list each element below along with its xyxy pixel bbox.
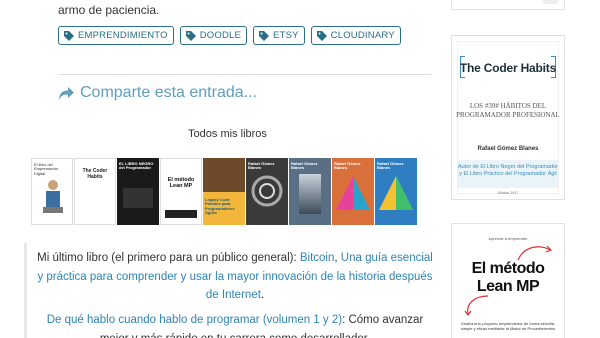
book-cover[interactable]: El método Lean MP [160, 158, 202, 225]
ad-description: Gestiona tu proyecto emprendedor de form… [460, 321, 556, 331]
red-arrow-icon [464, 295, 489, 316]
red-arrow-icon [517, 245, 553, 261]
book-cover[interactable]: Legacy Code Práctico para Programadores … [203, 158, 245, 225]
ad-author: Rafael Gómez Blanes [477, 146, 539, 152]
tag-icon [259, 30, 270, 41]
sidebar-widget-top [451, 0, 565, 10]
intro-text-tail: armo de paciencia. [58, 3, 160, 17]
share-icon [59, 86, 74, 100]
book-cover[interactable]: The Coder Habits [74, 158, 116, 225]
tag-label: CLOUDINARY [330, 30, 395, 41]
book-cover[interactable]: Rafael Gómez Blanes [332, 158, 374, 225]
ad-subtitle: Los #39# hábitos del programador profesi… [456, 102, 560, 119]
pyramid-illustration [336, 176, 370, 210]
tag-label: EMPRENDIMIENTO [78, 30, 168, 41]
tag-cloudinary[interactable]: CLOUDINARY [310, 26, 401, 45]
book-cover[interactable]: El libro del Emprendedor Digital [31, 158, 73, 225]
person-illustration [43, 180, 63, 213]
books-heading: Todos mis libros [188, 128, 267, 140]
programming-book-link[interactable]: De qué hablo cuando hablo de programar (… [47, 314, 342, 326]
tag-icon [316, 30, 327, 41]
book-covers: El libro del Emprendedor Digital The Cod… [31, 158, 417, 225]
book-cover-title: Legacy Code Práctico para Programadores … [205, 197, 235, 216]
ad-edition: Edición 2017 [497, 191, 519, 195]
book-cover-title: El método Lean MP [167, 177, 195, 190]
tag-icon [64, 30, 74, 41]
ad-band-text: Autor de El Libro Negro del Programador … [458, 164, 558, 177]
lean-mp-ad[interactable]: Aprende a emprender El método Lean MP Ge… [451, 223, 565, 338]
book-cover-title: EL LIBRO NEGRO del Programador [119, 161, 154, 171]
coder-habits-ad[interactable]: The Coder Habits Los #39# hábitos del pr… [451, 35, 565, 200]
pyramid-illustration [379, 176, 413, 210]
bitcoin-link[interactable]: Bitcoin [300, 252, 335, 264]
blockquote-bar [24, 243, 27, 338]
book-cover[interactable]: Rafael Gómez Blanes [246, 158, 288, 225]
book-cover-title: The Coder Habits [82, 168, 108, 180]
book-cover-title: Rafael Gómez Blanes [248, 161, 275, 171]
ad-title: El método Lean MP [452, 260, 564, 296]
tag-label: ETSY [273, 30, 299, 41]
tag-emprendimiento[interactable]: EMPRENDIMIENTO [58, 26, 174, 45]
book-cover[interactable]: Rafael Gómez Blanes [289, 158, 331, 225]
ad-title: The Coder Habits [459, 61, 557, 75]
latest-book-paragraph: Mi último libro (el primero para un públ… [35, 249, 435, 305]
ad-kicker: Aprende a emprender [488, 236, 528, 241]
tag-doodle[interactable]: DOODLE [179, 26, 248, 45]
share-label: Comparte esta entrada... [80, 84, 257, 101]
para-text: Mi último libro (el primero para un públ… [37, 252, 300, 264]
tag-list: EMPRENDIMIENTO DOODLE ETSY CLOUDINARY [58, 26, 401, 45]
book-cover-title: Rafael Gómez Blanes [334, 161, 361, 171]
book-cover[interactable]: EL LIBRO NEGRO del Programador [117, 158, 159, 225]
tag-label: DOODLE [199, 30, 242, 41]
section-divider [58, 74, 431, 75]
para-text: . [260, 289, 265, 301]
share-link[interactable]: Comparte esta entrada... [58, 84, 257, 102]
ad-band: Autor de El Libro Negro del Programador … [458, 160, 558, 188]
tag-etsy[interactable]: ETSY [253, 26, 305, 45]
programming-book-paragraph: De qué hablo cuando hablo de programar (… [35, 311, 435, 338]
book-cover-title: Rafael Gómez Blanes [291, 161, 318, 171]
spiral-illustration [251, 175, 283, 207]
tag-icon [185, 30, 196, 41]
book-cover-title: Rafael Gómez Blanes [377, 161, 404, 171]
book-cover[interactable]: Rafael Gómez Blanes [375, 158, 417, 225]
book-cover-title: El libro del Emprendedor Digital [34, 162, 59, 176]
